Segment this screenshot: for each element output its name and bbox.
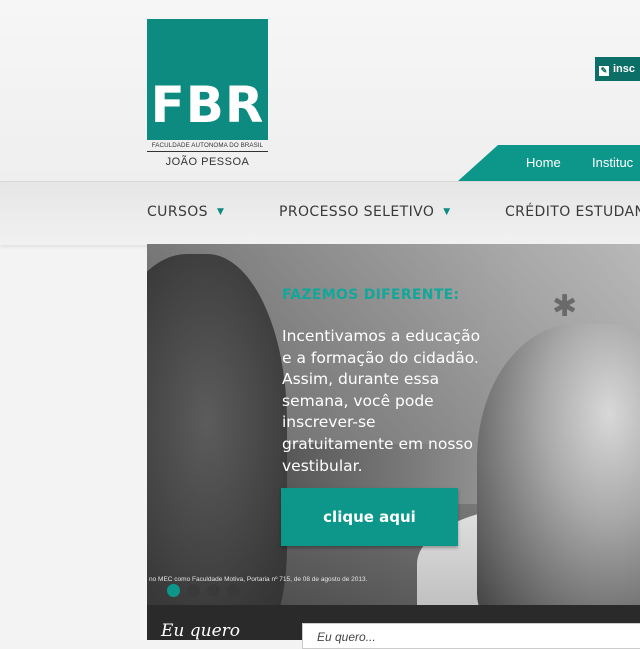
top-nav: Home Instituc [458, 145, 640, 181]
menu-cursos[interactable]: CURSOS ▼ [147, 204, 224, 220]
menu-credito-label: CRÉDITO ESTUDAN [505, 204, 640, 220]
inscricao-label: insc [613, 63, 636, 75]
logo-subtitle: FACULDADE AUTÔNOMA DO BRASIL [147, 142, 268, 152]
edit-icon: ✎ [599, 66, 609, 76]
eu-quero-select-value: Eu quero... [317, 630, 376, 644]
slider-dot-2[interactable] [187, 584, 200, 597]
logo-box: FBR [147, 19, 268, 140]
menu-processo-label: PROCESSO SELETIVO [279, 204, 435, 220]
menu-processo-seletivo[interactable]: PROCESSO SELETIVO ▼ [279, 204, 451, 220]
clique-aqui-button[interactable]: clique aqui [281, 488, 458, 546]
site-header: FBR FACULDADE AUTÔNOMA DO BRASIL JOÃO PE… [0, 0, 640, 182]
quick-select-bar: Eu quero Eu quero... [147, 605, 640, 649]
inscricao-button[interactable]: ✎ insc [595, 57, 640, 81]
hero-text: Incentivamos a educação e a formação do … [282, 327, 481, 475]
slider-dot-1[interactable] [167, 584, 180, 597]
logo-city: JOÃO PESSOA [165, 156, 250, 168]
palm-tree-icon: ✱ [552, 289, 578, 324]
slider-dot-4[interactable] [227, 584, 240, 597]
slider-dots [167, 582, 247, 597]
slider-dot-3[interactable] [207, 584, 220, 597]
fbr-logo[interactable]: FBR FACULDADE AUTÔNOMA DO BRASIL JOÃO PE… [147, 19, 268, 172]
eu-quero-label: Eu quero [161, 621, 241, 641]
chevron-down-icon: ▼ [216, 207, 225, 217]
menu-credito-estudantil[interactable]: CRÉDITO ESTUDAN [505, 204, 640, 220]
hero-title: FAZEMOS DIFERENTE: [282, 287, 460, 303]
logo-letters: FBR [150, 76, 265, 134]
eu-quero-select[interactable]: Eu quero... [302, 623, 640, 649]
menu-cursos-label: CURSOS [147, 204, 208, 220]
topnav-home[interactable]: Home [526, 155, 561, 170]
chevron-down-icon: ▼ [443, 207, 451, 217]
main-menu: CURSOS ▼ PROCESSO SELETIVO ▼ CRÉDITO ESTUD… [0, 181, 640, 245]
topnav-institucional[interactable]: Instituc [592, 155, 633, 170]
